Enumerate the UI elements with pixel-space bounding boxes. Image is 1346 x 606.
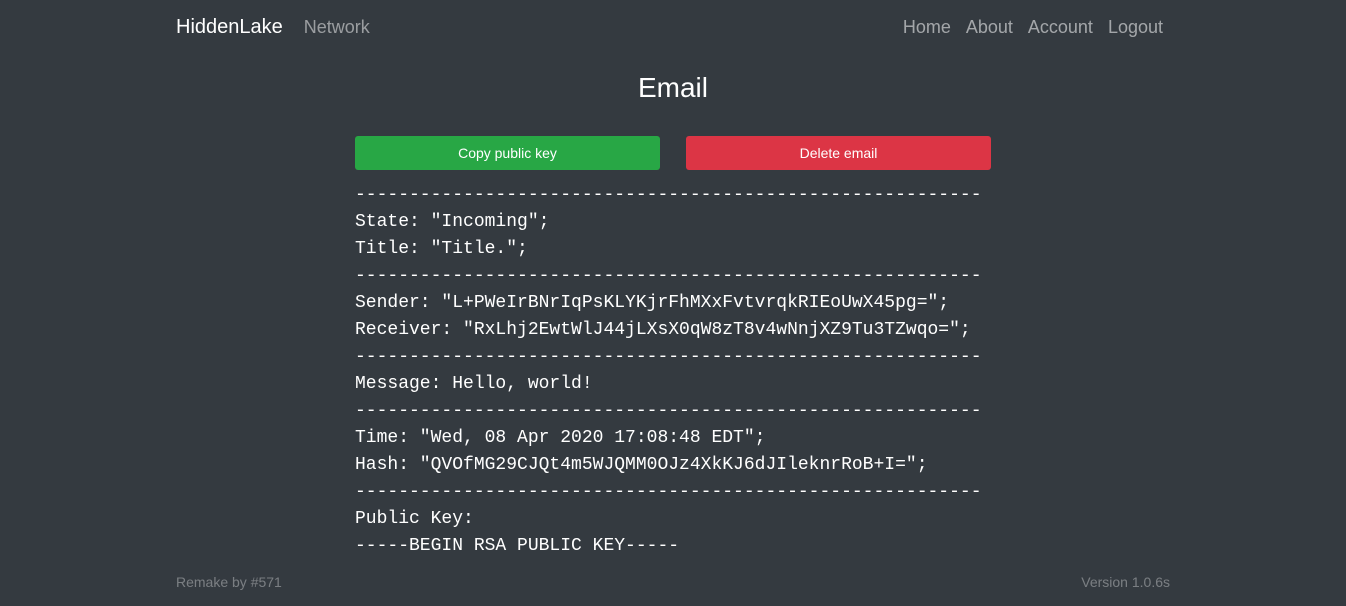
action-buttons: Copy public key Delete email (355, 136, 991, 170)
nav-right-links: Home About Account Logout (903, 17, 1163, 38)
brand-link[interactable]: HiddenLake (176, 16, 283, 39)
nav-logout-link[interactable]: Logout (1108, 17, 1163, 38)
email-details: ----------------------------------------… (355, 182, 1005, 560)
navbar: HiddenLake Network Home About Account Lo… (176, 0, 1163, 54)
public-key-label: Public Key: (355, 509, 474, 529)
email-time: Time: "Wed, 08 Apr 2020 17:08:48 EDT"; (355, 428, 766, 448)
nav-network-link[interactable]: Network (304, 17, 370, 38)
separator: ----------------------------------------… (355, 401, 982, 421)
footer-remake-text: Remake by #571 (176, 574, 282, 590)
footer-version-text: Version 1.0.6s (1081, 574, 1170, 590)
email-receiver: Receiver: "RxLhj2EwtWlJ44jLXsX0qW8zT8v4w… (355, 320, 971, 340)
separator: ----------------------------------------… (355, 185, 982, 205)
nav-home-link[interactable]: Home (903, 17, 951, 38)
delete-email-button[interactable]: Delete email (686, 136, 991, 170)
separator: ----------------------------------------… (355, 266, 982, 286)
email-message: Message: Hello, world! (355, 374, 593, 394)
page-title: Email (637, 72, 708, 103)
email-sender: Sender: "L+PWeIrBNrIqPsKLYKjrFhMXxFvtvrq… (355, 293, 950, 313)
copy-public-key-button[interactable]: Copy public key (355, 136, 660, 170)
separator: ----------------------------------------… (355, 482, 982, 502)
footer: Remake by #571 Version 1.0.6s (176, 574, 1170, 590)
email-hash: Hash: "QVOfMG29CJQt4m5WJQMM0OJz4XkKJ6dJI… (355, 455, 928, 475)
separator: ----------------------------------------… (355, 347, 982, 367)
nav-account-link[interactable]: Account (1028, 17, 1093, 38)
email-title: Title: "Title."; (355, 239, 528, 259)
nav-about-link[interactable]: About (966, 17, 1013, 38)
public-key-begin: -----BEGIN RSA PUBLIC KEY----- (355, 536, 680, 556)
email-state: State: "Incoming"; (355, 212, 550, 232)
